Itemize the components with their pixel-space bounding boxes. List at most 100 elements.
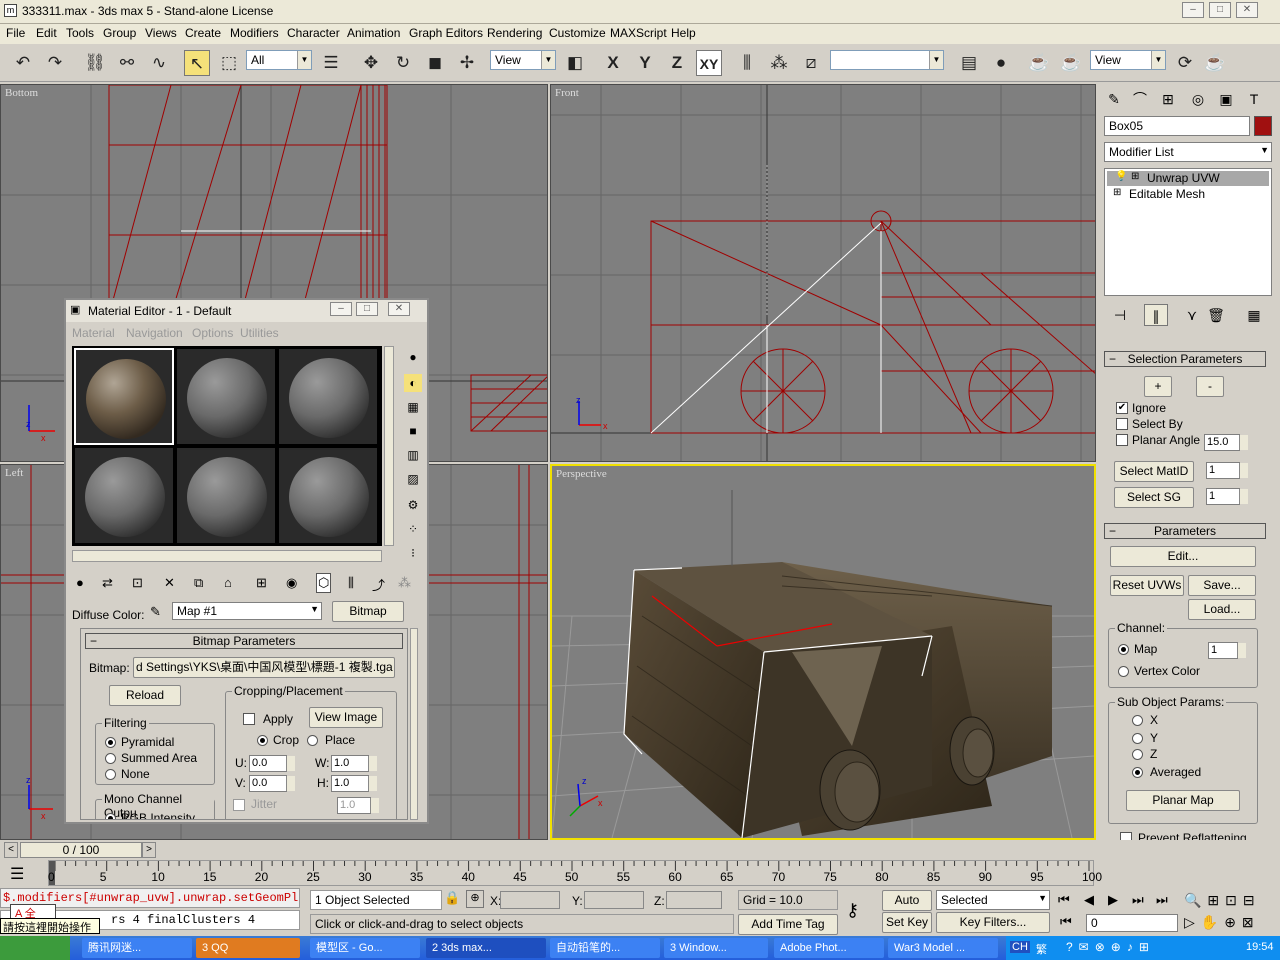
menu-maxscript[interactable]: MAXScript — [610, 26, 667, 40]
minimize-button[interactable]: ‒ — [330, 302, 352, 316]
minimize-button[interactable]: ‒ — [1182, 2, 1204, 18]
get-material-icon[interactable]: ● — [76, 575, 84, 590]
named-selection-dropdown[interactable]: ▼ — [830, 50, 944, 70]
material-editor-icon[interactable]: ● — [988, 50, 1014, 76]
put-to-scene-icon[interactable]: ⇄ — [102, 575, 113, 591]
bitmap-parameters-rollout[interactable]: − Bitmap Parameters — [85, 633, 403, 649]
lock-selection-icon[interactable]: 🔒 — [444, 890, 460, 906]
video-color-check-icon[interactable]: ▥ — [404, 446, 422, 464]
select-sg-button[interactable]: Select SG — [1114, 487, 1194, 508]
go-to-start-icon[interactable]: ⏮ — [1058, 892, 1070, 908]
object-color-swatch[interactable] — [1254, 116, 1272, 136]
track-bar-icon[interactable]: ☰ — [10, 864, 24, 884]
menu-rendering[interactable]: Rendering — [487, 26, 542, 40]
next-frame-icon[interactable]: ⏭ — [1132, 892, 1144, 908]
sample-type-icon[interactable]: ● — [404, 348, 422, 366]
menu-help[interactable]: Help — [671, 26, 696, 40]
menu-material[interactable]: Material — [72, 326, 115, 340]
make-preview-icon[interactable]: ▨ — [404, 470, 422, 488]
display-tab-icon[interactable]: ▣ — [1214, 88, 1238, 110]
menu-views[interactable]: Views — [145, 26, 177, 40]
view-image-button[interactable]: View Image — [309, 707, 383, 728]
place-radio[interactable] — [307, 735, 318, 746]
viewport-navigation-icons-row2[interactable]: ▷✋⊕⊠ — [1184, 914, 1280, 931]
reload-button[interactable]: Reload — [109, 685, 181, 706]
time-slider-prev-icon[interactable]: < — [4, 842, 18, 858]
redo-icon[interactable]: ↷ — [42, 50, 68, 76]
set-key-button[interactable]: Set Key — [882, 912, 932, 933]
pyramidal-radio[interactable] — [105, 737, 116, 748]
motion-tab-icon[interactable]: ◎ — [1186, 88, 1210, 110]
close-button[interactable]: ✕ — [388, 302, 410, 316]
viewport-label[interactable]: Perspective — [556, 468, 607, 480]
menu-file[interactable]: File — [6, 26, 25, 40]
x-radio[interactable] — [1132, 715, 1143, 726]
sample-slot[interactable] — [278, 447, 378, 544]
create-tab-icon[interactable]: ✎ — [1102, 88, 1126, 110]
viewport-navigation-icons[interactable]: 🔍⊞⊡⊟ — [1184, 892, 1280, 909]
taskbar-item[interactable]: 2 3ds max... — [426, 938, 546, 958]
restrict-xy-button[interactable]: XY — [696, 50, 722, 76]
remove-modifier-icon[interactable]: 🗑 — [1204, 304, 1228, 326]
menu-utilities[interactable]: Utilities — [240, 326, 279, 340]
menu-navigation[interactable]: Navigation — [126, 326, 183, 340]
time-slider-next-icon[interactable]: > — [142, 842, 156, 858]
expand-icon[interactable]: ⊞ — [1131, 171, 1139, 182]
sample-slot[interactable] — [278, 348, 378, 445]
select-matid-button[interactable]: Select MatID — [1114, 461, 1194, 482]
menu-group[interactable]: Group — [103, 26, 136, 40]
select-by-name-icon[interactable]: ☰ — [318, 50, 344, 76]
vertex-color-radio[interactable] — [1118, 666, 1129, 677]
z-coord-field[interactable] — [666, 891, 722, 909]
make-unique-icon[interactable]: ⧉ — [194, 575, 203, 591]
menu-options[interactable]: Options — [192, 326, 233, 340]
bitmap-path-button[interactable]: d Settings\YKS\桌面\中国风模型\標題-1 複製.tga — [133, 657, 395, 678]
matid-spinner[interactable]: 1 — [1206, 462, 1248, 479]
mirror-icon[interactable]: ⫼ — [734, 50, 760, 76]
edit-button[interactable]: Edit... — [1110, 546, 1256, 567]
sample-slot[interactable] — [176, 447, 276, 544]
map-name-dropdown[interactable]: Map #1 ▼ — [172, 602, 322, 620]
go-to-parent-icon[interactable]: ⫼ — [348, 575, 354, 591]
restrict-y-button[interactable]: Y — [632, 50, 658, 76]
key-mode-toggle-icon[interactable]: ⏮ — [1060, 914, 1072, 930]
sample-slot[interactable] — [74, 348, 174, 445]
navigate-icon[interactable]: ⁂ — [398, 575, 411, 591]
none-radio[interactable] — [105, 769, 116, 780]
map-radio[interactable] — [1118, 644, 1129, 655]
unlink-icon[interactable]: ⚯ — [114, 50, 140, 76]
link-icon[interactable]: ⛓ — [82, 50, 108, 76]
quick-render-icon[interactable]: ☕ — [1058, 50, 1084, 76]
absolute-mode-icon[interactable]: ⊕ — [466, 890, 484, 908]
reference-coord-dropdown[interactable]: View ▼ — [490, 50, 556, 70]
x-coord-field[interactable] — [500, 891, 560, 909]
map-type-button[interactable]: Bitmap — [332, 601, 404, 622]
averaged-radio[interactable] — [1132, 767, 1143, 778]
material-map-navigator-icon[interactable]: ⁝ — [404, 544, 422, 562]
apply-checkbox[interactable] — [243, 713, 255, 725]
stack-item-unwrap-uvw[interactable]: 💡 ⊞ Unwrap UVW — [1107, 171, 1269, 186]
key-filters-button[interactable]: Key Filters... — [936, 912, 1050, 933]
render-last-icon[interactable]: ☕ — [1202, 50, 1228, 76]
sg-spinner[interactable]: 1 — [1206, 488, 1248, 505]
h-spinner[interactable]: 1.0 — [331, 775, 377, 792]
expand-selection-button[interactable]: + — [1144, 376, 1172, 397]
pick-material-icon[interactable]: ✎ — [150, 604, 161, 620]
y-coord-field[interactable] — [584, 891, 644, 909]
restrict-z-button[interactable]: Z — [664, 50, 690, 76]
current-frame-field[interactable]: 0 — [1086, 914, 1178, 932]
object-name-field[interactable]: Box05 — [1104, 116, 1250, 136]
sample-slot[interactable] — [74, 447, 174, 544]
auto-key-button[interactable]: Auto Key — [882, 890, 932, 926]
viewport-front[interactable]: zx Front — [550, 84, 1096, 462]
render-type-dropdown[interactable]: View ▼ — [1090, 50, 1166, 70]
start-button[interactable] — [0, 936, 70, 960]
undo-icon[interactable]: ↶ — [10, 50, 36, 76]
backlight-icon[interactable]: ◐ — [404, 374, 422, 392]
configure-sets-icon[interactable]: ▦ — [1242, 304, 1266, 326]
menu-modifiers[interactable]: Modifiers — [230, 26, 279, 40]
material-effects-icon[interactable]: ⊞ — [256, 575, 267, 591]
render-scene-icon[interactable]: ☕ — [1026, 50, 1052, 76]
shrink-selection-button[interactable]: - — [1196, 376, 1224, 397]
jitter-checkbox[interactable] — [233, 799, 245, 811]
